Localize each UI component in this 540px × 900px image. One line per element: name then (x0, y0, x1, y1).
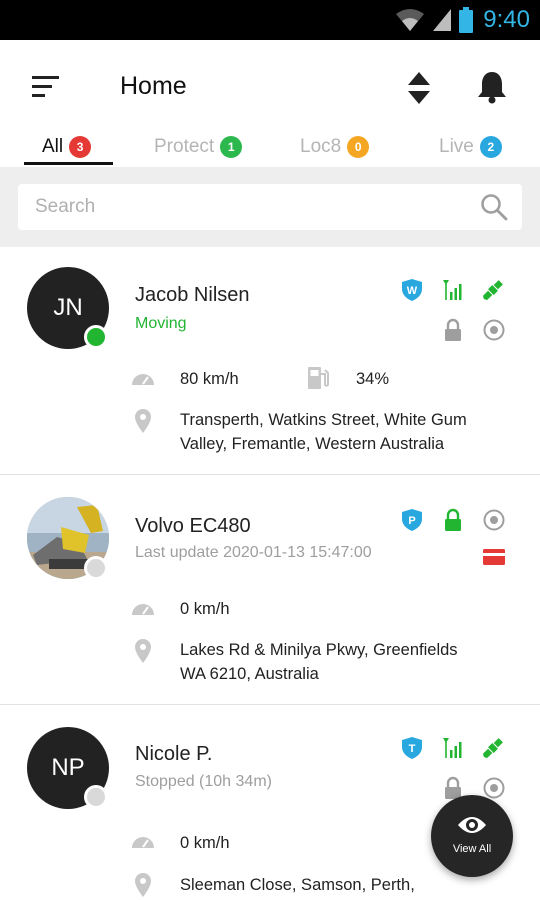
address: Transperth, Watkins Street, White Gum Va… (180, 408, 467, 456)
status-dot (84, 785, 108, 809)
tab-label: All (42, 136, 64, 157)
address-line: Lakes Rd & Minilya Pkwy, Greenfields (180, 641, 458, 659)
status-bar: 9:40 (0, 0, 540, 40)
wifi-icon (396, 9, 425, 31)
shield-t-icon: T (402, 737, 422, 759)
menu-icon[interactable] (32, 76, 62, 98)
app-bar: Home (0, 40, 540, 135)
shield-letter: T (409, 743, 416, 755)
asset-card[interactable]: Volvo EC480 Last update 2020-01-13 15:47… (0, 475, 540, 705)
view-all-label: View All (452, 843, 492, 855)
count-badge: 2 (479, 136, 502, 158)
address-line: WA 6210, Australia (180, 665, 319, 683)
filter-tabs: All 3 Protect 1 Loc8 0 Live 2 (0, 128, 540, 168)
active-tab-indicator (24, 162, 113, 165)
address: Sleeman Close, Samson, Perth, (180, 873, 415, 897)
speed-value: 0 km/h (180, 600, 230, 618)
search-box (18, 184, 522, 230)
shield-w-icon: W (402, 279, 422, 301)
status-dot (84, 556, 108, 580)
address-line: Sleeman Close, Samson, Perth, (180, 876, 415, 894)
shield-p-icon: P (402, 509, 422, 531)
signal-icon (443, 280, 462, 300)
tab-live[interactable]: Live 2 (439, 136, 502, 158)
fuel-icon (308, 367, 329, 389)
asset-name: Jacob Nilsen (135, 284, 250, 306)
speed-value: 80 km/h (180, 370, 239, 388)
location-pin-icon (135, 639, 151, 663)
asset-status: Stopped (10h 34m) (135, 773, 272, 790)
tab-label: Loc8 (300, 136, 342, 157)
tab-loc8[interactable]: Loc8 0 (300, 136, 370, 158)
count-badge: 1 (220, 136, 243, 158)
view-all-button[interactable]: View All (431, 795, 513, 877)
asset-name: Nicole P. (135, 743, 213, 765)
eye-icon (458, 817, 486, 833)
tab-protect[interactable]: Protect 1 (154, 136, 243, 158)
tab-all[interactable]: All 3 (42, 136, 92, 158)
card-icon (483, 549, 505, 565)
count-badge: 0 (347, 136, 370, 158)
address: Lakes Rd & Minilya Pkwy, Greenfields WA … (180, 638, 458, 686)
fuel-value: 34% (356, 370, 390, 388)
tab-label: Protect (154, 136, 215, 157)
shield-letter: P (408, 515, 415, 527)
tab-label: Live (439, 136, 474, 157)
lock-icon (445, 508, 461, 531)
shield-letter: W (407, 285, 418, 297)
asset-name: Volvo EC480 (135, 515, 251, 537)
asset-status: Moving (135, 315, 187, 332)
address-line: Valley, Fremantle, Western Australia (180, 435, 445, 453)
sort-icon[interactable] (404, 70, 434, 106)
search-icon[interactable] (480, 193, 508, 221)
speedometer-icon (132, 374, 154, 385)
cell-signal-icon (433, 9, 452, 31)
satellite-icon (483, 280, 503, 300)
bell-icon[interactable] (476, 70, 508, 104)
address-line: Transperth, Watkins Street, White Gum (180, 411, 467, 429)
speedometer-icon (132, 604, 154, 615)
search-input[interactable] (18, 184, 458, 230)
clock: 9:40 (483, 6, 530, 33)
search-bar (0, 167, 540, 247)
page-title: Home (120, 72, 187, 100)
speedometer-icon (132, 837, 154, 848)
asset-status: Last update 2020-01-13 15:47:00 (135, 544, 372, 561)
count-badge: 3 (69, 136, 92, 158)
location-pin-icon (135, 409, 151, 433)
asset-card[interactable]: JN Jacob Nilsen Moving W 80 km/h 34% Tra… (0, 248, 540, 475)
status-dot (84, 325, 108, 349)
battery-icon (459, 7, 474, 33)
lock-icon (445, 318, 461, 341)
speed-value: 0 km/h (180, 834, 230, 852)
target-icon[interactable] (482, 508, 506, 532)
target-icon[interactable] (482, 318, 506, 342)
signal-icon (443, 738, 462, 758)
satellite-icon (483, 738, 503, 758)
location-pin-icon (135, 873, 151, 897)
